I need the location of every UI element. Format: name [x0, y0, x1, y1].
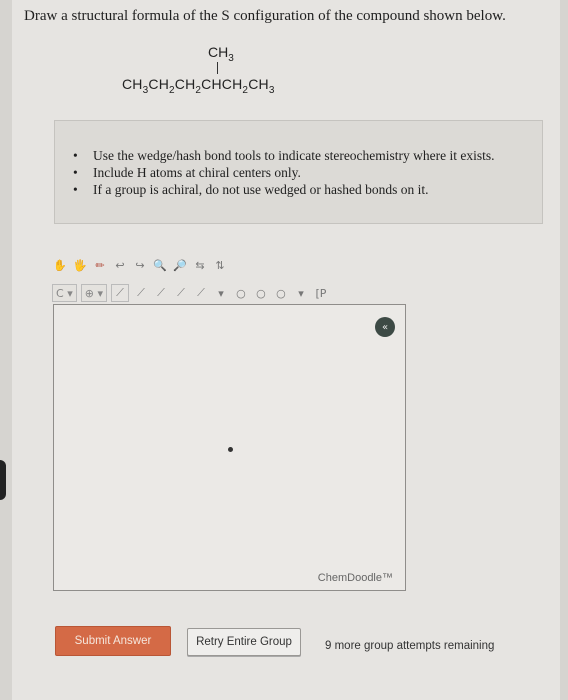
drawing-canvas[interactable]: « ChemDoodle™: [53, 304, 406, 591]
collapse-icon[interactable]: «: [375, 317, 395, 337]
question-page: Draw a structural formula of the S confi…: [12, 0, 560, 700]
bond-dropdown-icon[interactable]: ▾: [213, 285, 229, 301]
redo-icon[interactable]: ↪: [132, 257, 148, 273]
double-bond-icon[interactable]: ⟋: [173, 285, 189, 301]
main-chain: CH3CH2CH2CHCH2CH3: [122, 76, 275, 96]
instructions-box: • Use the wedge/hash bond tools to indica…: [54, 120, 543, 224]
submit-answer-button[interactable]: Submit Answer: [55, 626, 171, 656]
zoom-in-icon[interactable]: 🔍: [152, 257, 168, 273]
question-text: Draw a structural formula of the S confi…: [24, 8, 506, 24]
single-bond-icon[interactable]: ⟋: [110, 284, 129, 302]
screen-edge: [0, 460, 6, 500]
wedge-bond-icon[interactable]: ⟋: [133, 285, 149, 301]
atom-select[interactable]: C ▾: [52, 284, 77, 302]
flip-horizontal-icon[interactable]: ⇆: [192, 257, 208, 273]
ring-6-icon[interactable]: ○: [253, 285, 269, 301]
chemdoodle-watermark: ChemDoodle™: [317, 572, 393, 584]
clear-icon[interactable]: 🖐: [72, 257, 88, 273]
zoom-out-icon[interactable]: 🔎: [172, 257, 188, 273]
instruction-item: • Use the wedge/hash bond tools to indica…: [73, 148, 495, 163]
instruction-item: • If a group is achiral, do not use wedge…: [73, 182, 429, 197]
template-icon[interactable]: [P: [313, 285, 329, 301]
editor-toolbar-top: ✋ 🖐 ✏ ↩ ↪ 🔍 🔎 ⇆ ⇅: [52, 254, 228, 276]
branch-bond: [217, 62, 218, 74]
move-icon[interactable]: ✋: [52, 257, 68, 273]
triple-bond-icon[interactable]: ⟋: [193, 285, 209, 301]
hash-bond-icon[interactable]: ⟋: [153, 285, 169, 301]
methyl-substituent: CH3: [208, 44, 234, 64]
editor-toolbar-bottom: C ▾ ⊕ ▾ ⟋ ⟋ ⟋ ⟋ ⟋ ▾ ○ ○ ○ ▾ [P: [52, 282, 329, 304]
attempts-remaining: 9 more group attempts remaining: [325, 640, 495, 652]
undo-icon[interactable]: ↩: [112, 257, 128, 273]
ring-dropdown-icon[interactable]: ▾: [293, 285, 309, 301]
ring-5-icon[interactable]: ○: [273, 285, 289, 301]
canvas-atom-dot: [228, 447, 233, 452]
ring-3-icon[interactable]: ○: [233, 285, 249, 301]
eraser-icon[interactable]: ✏: [92, 257, 108, 273]
retry-group-button[interactable]: Retry Entire Group: [187, 628, 301, 656]
flip-vertical-icon[interactable]: ⇅: [212, 257, 228, 273]
instruction-item: • Include H atoms at chiral centers only.: [73, 165, 301, 180]
charge-select[interactable]: ⊕ ▾: [80, 284, 107, 302]
